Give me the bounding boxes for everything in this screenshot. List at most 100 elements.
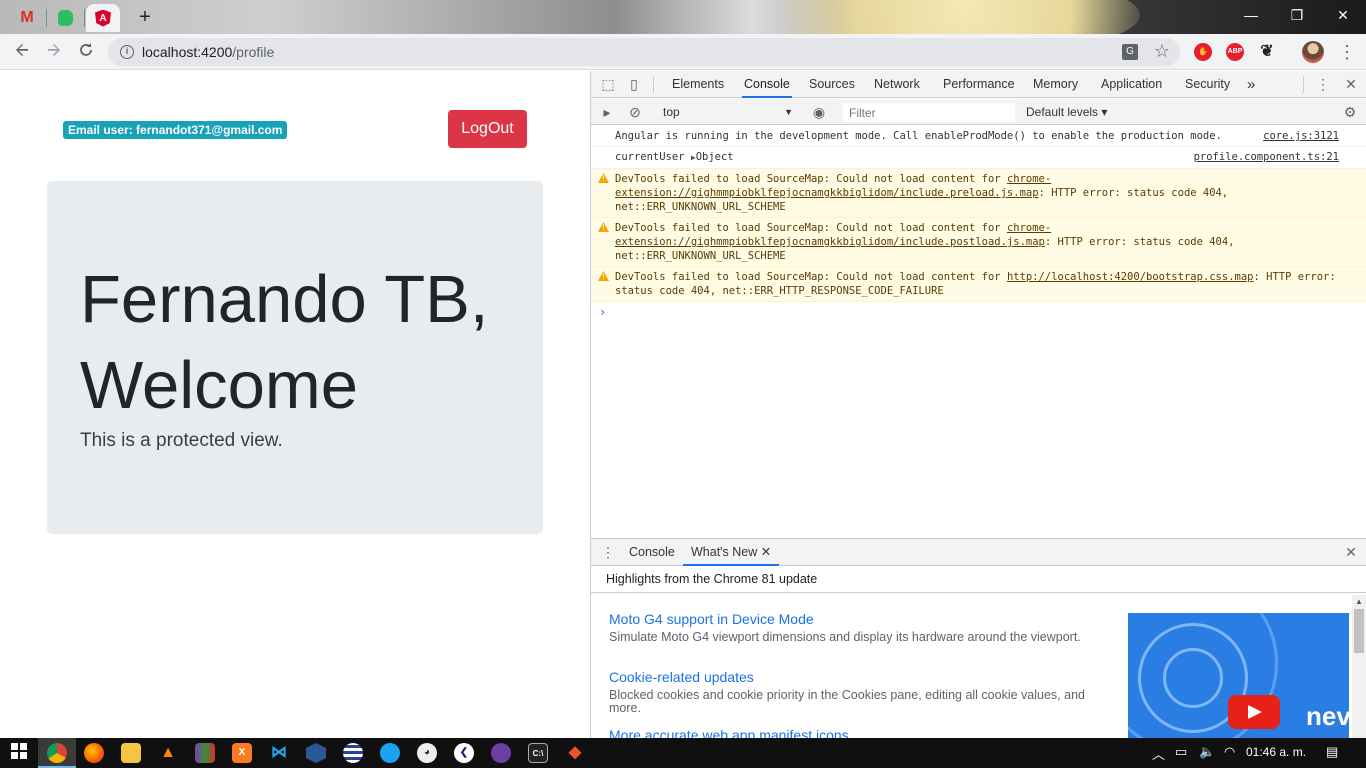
url-text[interactable]: localhost:4200/profile <box>142 44 274 60</box>
tab-network[interactable]: Network <box>874 71 920 98</box>
git-icon[interactable]: ◆ <box>565 743 585 763</box>
app-bird-icon[interactable] <box>380 743 400 763</box>
wifi-icon[interactable]: ◠ <box>1224 744 1235 760</box>
console-warning: ! DevTools failed to load SourceMap: Cou… <box>591 267 1366 302</box>
whats-new-title[interactable]: Cookie-related updates <box>609 669 1089 685</box>
profile-avatar[interactable] <box>1302 41 1324 63</box>
drawer-scrollbar[interactable]: ▲ <box>1352 595 1366 738</box>
welcome-heading: Fernando TB, Welcome <box>80 262 489 423</box>
tab-sources[interactable]: Sources <box>809 71 855 98</box>
file-explorer-icon[interactable] <box>121 743 141 763</box>
battery-icon[interactable]: ▭ <box>1175 744 1187 760</box>
winrar-icon[interactable] <box>195 743 215 763</box>
vlc-icon[interactable]: ▲ <box>158 743 178 763</box>
browser-toolbar: i localhost:4200/profile G ☆ ✋ ABP ❦ ⋮ <box>0 34 1366 70</box>
whats-new-item[interactable]: More accurate web app manifest icons <box>609 727 1089 738</box>
tab-gmail[interactable]: M <box>10 4 44 32</box>
tab-separator <box>84 9 85 27</box>
tray-chevron-icon[interactable]: ︿ <box>1152 744 1165 763</box>
tab-memory[interactable]: Memory <box>1033 71 1078 98</box>
tab-evernote[interactable] <box>48 4 82 32</box>
app-shield-icon[interactable] <box>306 743 326 763</box>
firefox-icon[interactable] <box>84 743 104 763</box>
source-link[interactable]: core.js:3121 <box>1263 129 1339 143</box>
video-thumbnail[interactable]: nev <box>1128 613 1349 738</box>
app-stripes-icon[interactable] <box>343 743 363 763</box>
dropdown-arrow-icon: ▼ <box>784 107 793 117</box>
tab-application[interactable]: Application <box>1101 71 1162 98</box>
tab-performance[interactable]: Performance <box>943 71 1015 98</box>
drawer-tab-whats-new[interactable]: What's New ✕ <box>683 539 780 566</box>
clear-console-icon[interactable]: ⊘ <box>627 104 643 120</box>
tab-separator <box>46 9 47 27</box>
tab-angular-active[interactable]: A <box>86 4 120 32</box>
tab-console[interactable]: Console <box>742 71 792 98</box>
whats-new-item[interactable]: Cookie-related updates Blocked cookies a… <box>609 669 1089 715</box>
log-levels-select[interactable]: Default levels ▾ <box>1026 103 1107 121</box>
app-palette-icon[interactable]: ◕ <box>417 743 437 763</box>
tab-elements[interactable]: Elements <box>672 71 724 98</box>
cmd-icon[interactable]: C:\ <box>528 743 548 763</box>
notifications-icon[interactable]: ▤ <box>1326 744 1338 760</box>
info-icon[interactable]: i <box>120 45 134 59</box>
drawer-tab-console[interactable]: Console <box>629 539 675 566</box>
devtools-menu-icon[interactable]: ⋮ <box>1315 76 1331 92</box>
close-tab-icon[interactable]: ✕ <box>761 545 771 559</box>
clock[interactable]: 01:46 a. m. <box>1246 745 1306 759</box>
eye-icon[interactable]: ◉ <box>811 104 827 120</box>
arrow-right-icon <box>48 44 60 56</box>
extension-squirrel-icon[interactable]: ❦ <box>1258 43 1276 61</box>
translate-icon[interactable]: G <box>1122 44 1138 60</box>
warning-icon: ! <box>598 271 609 281</box>
windows-taskbar: ▲ X ⋈ ◕ ❮ C:\ ◆ ︿ ▭ 🔈 ◠ 01:46 a. m. ▤ <box>0 738 1366 768</box>
whats-new-item[interactable]: Moto G4 support in Device Mode Simulate … <box>609 611 1089 644</box>
vscode-icon[interactable]: ⋈ <box>269 743 289 763</box>
console-prompt[interactable]: › <box>591 302 1366 322</box>
volume-icon[interactable]: 🔈 <box>1199 744 1215 760</box>
arrow-left-icon <box>16 44 28 56</box>
tab-security[interactable]: Security <box>1185 71 1230 98</box>
drawer-menu-icon[interactable]: ⋮ <box>600 544 616 560</box>
evernote-icon <box>56 10 74 26</box>
whats-new-title[interactable]: Moto G4 support in Device Mode <box>609 611 1089 627</box>
forward-button[interactable] <box>42 40 66 64</box>
close-drawer-icon[interactable]: ✕ <box>1343 544 1359 560</box>
back-button[interactable] <box>10 40 34 64</box>
whats-new-header: Highlights from the Chrome 81 update <box>591 567 1366 593</box>
more-tabs-icon[interactable]: » <box>1247 71 1255 98</box>
sidebar-toggle-icon[interactable]: ▸ <box>599 104 615 120</box>
close-devtools-icon[interactable]: ✕ <box>1343 76 1359 92</box>
app-cat-icon[interactable] <box>491 743 511 763</box>
whats-new-desc: Simulate Moto G4 viewport dimensions and… <box>609 630 1081 644</box>
inspect-element-icon[interactable]: ⬚ <box>600 76 616 92</box>
restore-button[interactable]: ❐ <box>1274 4 1320 26</box>
context-select[interactable]: top ▼ <box>655 103 795 121</box>
bookmark-star-icon[interactable]: ☆ <box>1154 41 1170 62</box>
chrome-menu-icon[interactable]: ⋮ <box>1338 42 1356 63</box>
xampp-icon[interactable]: X <box>232 743 252 763</box>
chrome-icon[interactable] <box>47 743 67 763</box>
whats-new-title[interactable]: More accurate web app manifest icons <box>609 727 1089 738</box>
warning-icon: ! <box>598 173 609 183</box>
extension-hand-icon[interactable]: ✋ <box>1194 43 1212 61</box>
object-preview[interactable]: Object <box>696 151 734 163</box>
minimize-button[interactable]: — <box>1228 4 1274 26</box>
new-tab-button[interactable]: + <box>136 7 154 27</box>
adblock-plus-icon[interactable]: ABP <box>1226 43 1244 61</box>
scroll-up-icon[interactable]: ▲ <box>1355 597 1363 606</box>
app-arrow-icon[interactable]: ❮ <box>454 743 474 763</box>
youtube-play-icon[interactable] <box>1228 695 1280 729</box>
close-window-button[interactable]: ✕ <box>1320 4 1366 26</box>
gmail-icon: M <box>20 9 34 26</box>
sourcemap-link[interactable]: http://localhost:4200/bootstrap.css.map <box>1007 271 1254 283</box>
logout-button[interactable]: LogOut <box>448 110 527 148</box>
address-bar[interactable]: i localhost:4200/profile G ☆ <box>108 38 1180 66</box>
windows-start-icon[interactable] <box>9 743 29 763</box>
source-link[interactable]: profile.component.ts:21 <box>1194 150 1339 164</box>
whats-new-content: Moto G4 support in Device Mode Simulate … <box>591 593 1366 738</box>
filter-input[interactable] <box>843 103 1015 122</box>
device-toolbar-icon[interactable]: ▯ <box>626 76 642 92</box>
reload-button[interactable] <box>74 40 98 64</box>
gear-icon[interactable]: ⚙ <box>1342 104 1358 120</box>
scrollbar-thumb[interactable] <box>1354 609 1364 653</box>
